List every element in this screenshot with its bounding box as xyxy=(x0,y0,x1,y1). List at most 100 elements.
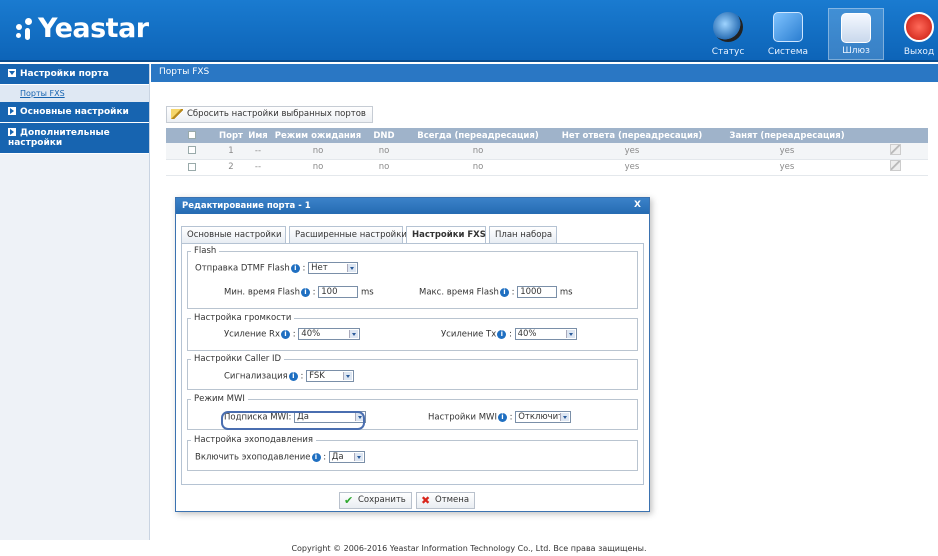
sidebar-item-fxs-ports[interactable]: Порты FXS xyxy=(0,85,149,102)
pencil-icon xyxy=(171,109,183,119)
edit-icon[interactable] xyxy=(889,160,901,171)
mwi-settings-value: Отключит xyxy=(518,412,564,422)
row-checkbox-cell[interactable] xyxy=(166,159,218,176)
cell-name: -- xyxy=(244,143,272,160)
sidebar-item-label: Основные настройки xyxy=(20,107,129,117)
cancel-button[interactable]: ✖ Отмена xyxy=(416,492,476,509)
mwi-settings-select[interactable]: Отключит xyxy=(515,411,572,423)
chevron-down-icon xyxy=(347,264,357,272)
expand-icon xyxy=(8,107,16,115)
cell-port: 1 xyxy=(218,143,244,160)
echo-enable-value: Да xyxy=(331,452,344,462)
col-standby: Режим ожидания xyxy=(272,128,364,143)
col-dnd: DND xyxy=(364,128,404,143)
edit-port-dialog: Редактирование порта - 1 X Основные наст… xyxy=(175,197,650,512)
signaling-select[interactable]: FSK xyxy=(306,370,355,382)
chevron-down-icon xyxy=(565,330,575,338)
rx-gain-label: Усиление Rx xyxy=(224,329,280,340)
tab-fxs-settings[interactable]: Настройки FXS xyxy=(406,226,486,244)
page-title: Порты FXS xyxy=(151,64,938,82)
expand-icon xyxy=(8,128,16,136)
sidebar-item-basic-settings[interactable]: Основные настройки xyxy=(0,102,149,123)
tab-basic[interactable]: Основные настройки xyxy=(181,226,286,243)
status-icon xyxy=(713,12,743,42)
nav-status[interactable]: Статус xyxy=(700,8,756,60)
sidebar-item-advanced-settings[interactable]: Дополнительные настройки xyxy=(0,123,149,154)
reset-ports-label: Сбросить настройки выбранных портов xyxy=(187,109,366,119)
info-icon[interactable]: i xyxy=(497,329,507,339)
col-noanswer-forward: Нет ответа (переадресация) xyxy=(552,128,712,143)
echo-enable-label: Включить эхоподавление xyxy=(195,452,311,463)
min-flash-label: Мин. время Flash xyxy=(224,287,300,298)
select-all-header[interactable] xyxy=(166,128,218,143)
save-label: Сохранить xyxy=(358,495,406,505)
max-flash-input[interactable]: 1000 xyxy=(517,286,558,298)
nav-system[interactable]: Система xyxy=(760,8,816,60)
col-name: Имя xyxy=(244,128,272,143)
row-checkbox[interactable] xyxy=(188,162,196,171)
row-checkbox[interactable] xyxy=(188,146,196,155)
mwi-legend: Режим MWI xyxy=(194,394,245,404)
fxs-settings-panel: Flash Отправка DTMF Flash i : Нет Мин. вр… xyxy=(181,243,644,485)
col-always-forward: Всегда (переадресация) xyxy=(404,128,552,143)
brand-logo: Yeastar xyxy=(14,13,149,44)
max-flash-row: Макс. время Flash i : 1000 ms xyxy=(419,286,573,298)
nav-system-label: Система xyxy=(767,47,809,57)
signaling-value: FSK xyxy=(309,371,325,381)
info-icon[interactable]: i xyxy=(311,452,321,462)
echo-enable-row: Включить эхоподавление i : Да xyxy=(195,451,365,463)
info-icon[interactable]: i xyxy=(290,263,300,273)
dialog-title: Редактирование порта - 1 xyxy=(182,201,311,211)
gateway-icon xyxy=(841,13,871,43)
chevron-down-icon xyxy=(560,413,570,421)
rx-gain-value: 40% xyxy=(301,329,321,339)
cell-busy: yes xyxy=(712,159,862,176)
checkmark-icon: ✔ xyxy=(344,494,354,507)
cell-name: -- xyxy=(244,159,272,176)
nav-logout[interactable]: Выход xyxy=(894,8,938,60)
edit-icon[interactable] xyxy=(889,143,901,155)
cell-edit[interactable] xyxy=(862,159,928,176)
min-flash-input[interactable]: 100 xyxy=(318,286,359,298)
chevron-down-icon xyxy=(343,372,353,380)
chevron-down-icon xyxy=(349,330,359,338)
tab-advanced[interactable]: Расширенные настройки xyxy=(289,226,407,243)
info-icon[interactable]: i xyxy=(497,412,507,422)
tx-gain-row: Усиление Tx i : 40% xyxy=(441,328,577,340)
collapse-icon xyxy=(8,69,16,77)
info-icon[interactable]: i xyxy=(300,287,310,297)
cell-standby: no xyxy=(272,159,364,176)
table-header-row: Порт Имя Режим ожидания DND Всегда (пере… xyxy=(166,128,928,143)
cell-always: no xyxy=(404,143,552,160)
save-button[interactable]: ✔ Сохранить xyxy=(339,492,412,509)
min-flash-row: Мин. время Flash i : 100 ms xyxy=(224,286,374,298)
cancel-label: Отмена xyxy=(435,495,470,505)
table-row: 2 -- no no no yes yes xyxy=(166,159,928,176)
dtmf-flash-select[interactable]: Нет xyxy=(308,262,359,274)
tx-gain-select[interactable]: 40% xyxy=(514,328,577,340)
tx-gain-label: Усиление Tx xyxy=(441,329,497,340)
tab-dialplan[interactable]: План набора xyxy=(489,226,557,243)
info-icon[interactable]: i xyxy=(499,287,509,297)
rx-gain-select[interactable]: 40% xyxy=(298,328,361,340)
cell-edit[interactable] xyxy=(862,143,928,160)
echo-legend: Настройка эхоподавления xyxy=(194,435,313,445)
brand-name: Yeastar xyxy=(38,13,149,44)
reset-ports-button[interactable]: Сбросить настройки выбранных портов xyxy=(166,106,373,123)
echo-enable-select[interactable]: Да xyxy=(328,451,365,463)
sidebar-item-port-settings[interactable]: Настройки порта xyxy=(0,64,149,85)
info-icon[interactable]: i xyxy=(288,371,298,381)
close-icon[interactable]: X xyxy=(634,200,641,210)
col-edit xyxy=(862,128,928,143)
top-header: Yeastar Статус Система Шлюз Выход xyxy=(0,0,938,62)
max-flash-unit: ms xyxy=(559,287,573,298)
info-icon[interactable]: i xyxy=(281,329,290,339)
sidebar: Настройки порта Порты FXS Основные настр… xyxy=(0,64,150,540)
cell-always: no xyxy=(404,159,552,176)
dtmf-flash-row: Отправка DTMF Flash i : Нет xyxy=(195,262,359,274)
cell-noanswer: yes xyxy=(552,143,712,160)
row-checkbox-cell[interactable] xyxy=(166,143,218,160)
select-all-checkbox[interactable] xyxy=(188,131,196,139)
col-busy-forward: Занят (переадресация) xyxy=(712,128,862,143)
nav-gateway[interactable]: Шлюз xyxy=(828,8,884,60)
